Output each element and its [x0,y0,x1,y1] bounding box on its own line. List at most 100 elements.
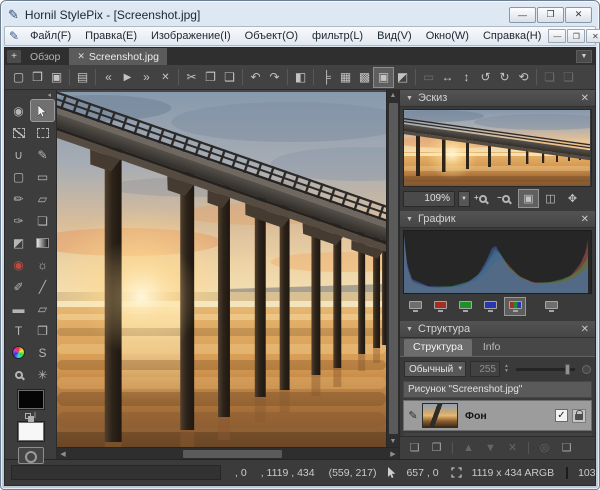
menu-file[interactable]: Файл(F) [23,28,78,44]
selection-add-icon[interactable]: ❏ [540,68,559,87]
copy-icon[interactable]: ❐ [201,68,220,87]
select-arrow-tool[interactable] [31,100,54,121]
view-fullscreen-icon[interactable]: ✥ [563,190,582,207]
color-picker-tool[interactable] [7,342,30,363]
opacity-slider[interactable] [516,368,575,371]
lasso-tool[interactable]: ∪ [7,144,30,165]
tab-info[interactable]: Info [474,339,510,356]
opacity-slider-thumb[interactable] [565,364,570,375]
view-window-icon[interactable]: ◫ [541,190,560,207]
channel-green-button[interactable] [455,298,475,315]
open-icon[interactable]: ❒ [28,68,47,87]
menu-window[interactable]: Окно(W) [419,28,476,44]
channel-rgb-button[interactable] [505,298,525,315]
lighting-tool[interactable]: ☼ [31,254,54,275]
gradient-tool[interactable] [31,232,54,253]
pencil-tool[interactable]: ✏ [7,188,30,209]
grid-icon[interactable]: ▦ [336,68,355,87]
view-fit-icon[interactable]: ▣ [519,190,538,207]
background-color-swatch[interactable] [18,422,44,441]
rotate-left-icon[interactable]: ↺ [476,68,495,87]
selection-subtract-icon[interactable]: ❑ [559,68,578,87]
cut-icon[interactable]: ✂ [182,68,201,87]
vertical-scrollbar[interactable]: ▲ ▼ [386,90,399,447]
menu-object[interactable]: Объект(O) [238,28,305,44]
collapse-triangle-icon[interactable]: ▼ [406,216,413,223]
horizontal-scroll-thumb[interactable] [183,450,282,458]
layer-effects-icon[interactable]: ◎ [536,440,553,455]
marquee-rect-tool[interactable] [31,122,54,143]
channel-alpha-button[interactable] [541,298,561,315]
layer-edit-icon[interactable]: ✎ [404,409,422,422]
nav-last-icon[interactable]: » [137,68,156,87]
tab-structure[interactable]: Структура [404,339,472,356]
vertical-scroll-thumb[interactable] [389,103,398,434]
reset-knob-icon[interactable] [582,365,591,374]
opacity-field[interactable]: 255 [470,361,500,377]
restore-button[interactable]: ❐ [537,7,564,23]
redo-icon[interactable]: ↷ [265,68,284,87]
grid-snap-icon[interactable]: ▩ [355,68,374,87]
menu-image[interactable]: Изображение(I) [144,28,238,44]
thumbnail-panel-header[interactable]: ▼ Эскиз ✕ [400,90,595,107]
scroll-down-icon[interactable]: ▼ [387,436,400,447]
mdi-restore-button[interactable]: ❐ [567,29,585,43]
foreground-color-swatch[interactable] [18,390,44,409]
panel-toggle-icon[interactable]: ◧ [291,68,310,87]
pen-tool[interactable]: ✎ [31,144,54,165]
marquee-diagonal-tool[interactable] [7,122,30,143]
close-document-icon[interactable]: ✕ [156,68,175,87]
print-icon[interactable]: ▤ [73,68,92,87]
tab-close-icon[interactable]: ✕ [77,51,85,62]
paint-bucket-tool[interactable]: ◩ [7,232,30,253]
horizontal-scrollbar[interactable]: ◀ ▶ [57,447,399,459]
flip-horizontal-icon[interactable]: ↔ [438,68,457,87]
tab-browse[interactable]: Обзор [24,51,66,63]
menu-view[interactable]: Вид(V) [370,28,419,44]
zoom-out-icon[interactable]: − [496,190,516,207]
zoom-dropdown-icon[interactable]: ▼ [458,191,470,207]
ruler-icon[interactable]: ╞ [317,68,336,87]
tab-list-dropdown[interactable]: ▼ [576,50,592,63]
duplicate-layer-icon[interactable]: ❐ [428,440,445,455]
scroll-up-icon[interactable]: ▲ [387,90,400,101]
menu-filter[interactable]: фильтр(L) [305,28,370,44]
mdi-close-button[interactable]: ✕ [586,29,600,43]
crop-tool[interactable]: ▭ [31,166,54,187]
zoom-in-icon[interactable]: + [473,190,493,207]
merge-layers-icon[interactable]: ❑ [558,440,575,455]
new-layer-icon[interactable]: ❏ [406,440,423,455]
title-bar[interactable]: ✎ Hornil StylePix - [Screenshot.jpg] — ❐… [4,3,596,26]
opacity-stepper[interactable]: ▲▼ [504,364,509,374]
zoom-level-field[interactable]: 109% [403,191,455,207]
layer-thumbnail[interactable] [422,403,458,428]
navigator-thumbnail[interactable] [403,109,592,187]
collapse-triangle-icon[interactable]: ▼ [406,95,413,102]
collapse-triangle-icon[interactable]: ▼ [406,326,413,333]
layer-lock-button[interactable] [572,409,586,423]
save-icon[interactable]: ▣ [47,68,66,87]
screenshot-camera-button[interactable] [18,447,44,464]
picture-group-label[interactable]: Рисунок "Screenshot.jpg" [403,381,592,398]
rotate-180-icon[interactable]: ⟲ [514,68,533,87]
swap-colors-icon[interactable] [25,413,31,419]
scroll-left-icon[interactable]: ◀ [57,448,69,460]
structure-panel-close-icon[interactable]: ✕ [581,324,589,335]
shapes-library-tool[interactable]: ❐ [31,320,54,341]
thumbnail-panel-close-icon[interactable]: ✕ [581,93,589,104]
minimize-button[interactable]: — [509,7,536,23]
histogram-panel-header[interactable]: ▼ График ✕ [400,211,595,228]
nav-first-icon[interactable]: « [99,68,118,87]
new-tab-button[interactable]: + [7,50,21,63]
channel-blue-button[interactable] [480,298,500,315]
scroll-right-icon[interactable]: ▶ [387,448,399,460]
rotate-right-icon[interactable]: ↻ [495,68,514,87]
histogram-panel-close-icon[interactable]: ✕ [581,214,589,225]
new-file-icon[interactable]: ▢ [9,68,28,87]
smudge-tool[interactable]: ✐ [7,276,30,297]
delete-layer-icon[interactable]: ✕ [504,440,521,455]
eraser-tool[interactable]: ▱ [31,188,54,209]
preview-eye-tool[interactable]: ◉ [7,100,30,121]
perspective-icon[interactable]: ◩ [393,68,412,87]
undo-icon[interactable]: ↶ [246,68,265,87]
